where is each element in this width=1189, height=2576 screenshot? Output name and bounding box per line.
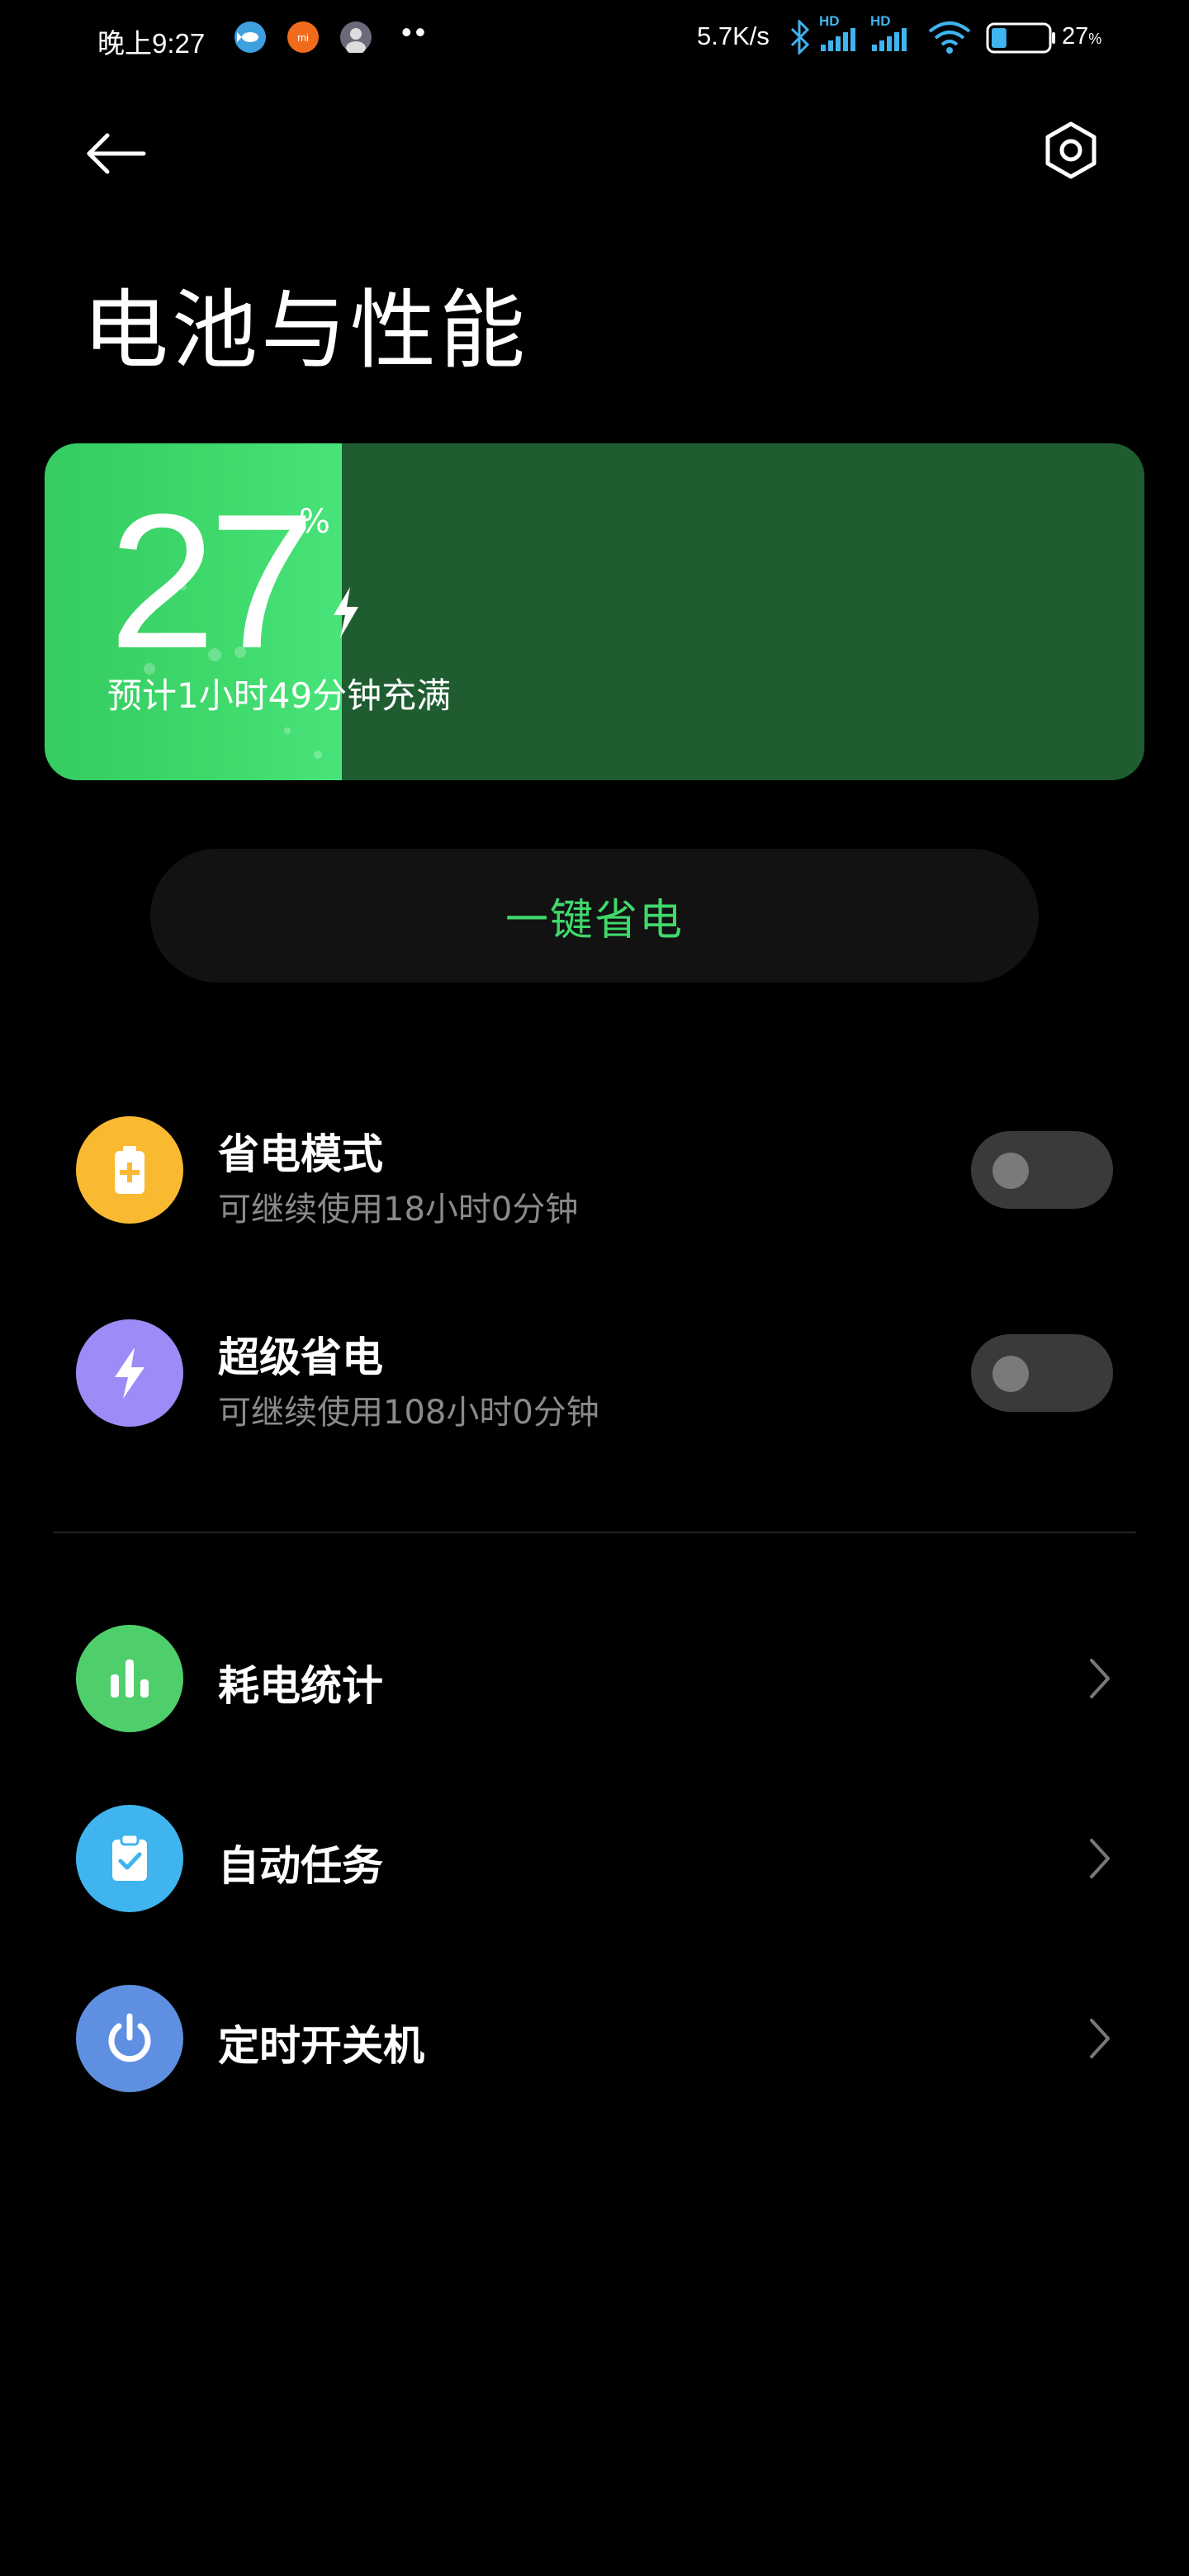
bubble [314,751,322,759]
signal-icon-1 [821,28,855,51]
arrow-left-icon [87,133,146,174]
charging-bolt-icon [334,587,358,638]
bluetooth-icon [790,20,810,54]
battery-percent-text: 27% [1062,23,1101,50]
battery-status-icon [986,22,1055,54]
avatar-app-icon [340,21,372,54]
charge-estimate: 预计1小时49分钟充满 [107,675,452,716]
settings-button[interactable] [1042,119,1100,185]
scheduled-power-title: 定时开关机 [218,2022,424,2070]
power-usage-stats-title: 耗电统计 [218,1662,383,1710]
gear-hex-icon [1045,121,1097,179]
super-power-saving-row[interactable]: 超级省电 可继续使用108小时0分钟 [0,1309,1189,1442]
one-key-save-button[interactable]: 一键省电 [150,849,1039,983]
battery-level: 27 [109,475,315,689]
toggle-knob [992,1153,1029,1189]
auto-tasks-title: 自动任务 [218,1842,383,1890]
page-title: 电池与性能 [83,280,529,381]
battery-card: 27 % 预计1小时49分钟充满 [45,443,1144,780]
wifi-icon [928,21,971,54]
lightning-icon [76,1319,183,1427]
fish-app-icon [234,21,266,53]
power-icon [76,1985,183,2092]
status-time: 晚上9:27 [97,28,206,59]
power-saving-toggle[interactable] [971,1131,1113,1209]
power-saving-title: 省电模式 [218,1130,383,1178]
mi-app-icon: mi [287,21,319,53]
hd-label-2: HD [870,13,891,29]
bar-chart-icon [76,1625,183,1732]
super-saving-toggle[interactable] [971,1334,1113,1412]
super-saving-title: 超级省电 [218,1333,383,1381]
signal-icon-2 [872,28,907,51]
bubble [284,727,291,734]
net-speed: 5.7K/s [697,21,770,50]
more-notifications: •• [401,15,429,49]
toggle-knob [992,1356,1029,1392]
status-bar: 晚上9:27 mi •• 5.7K/s HD HD 27% [0,0,1189,76]
hd-label-1: HD [819,13,840,29]
chevron-right-icon [1090,1659,1110,1698]
scheduled-power-row[interactable]: 定时开关机 [0,1985,1189,2092]
power-usage-stats-row[interactable]: 耗电统计 [0,1625,1189,1732]
battery-unit: % [299,503,331,541]
power-saving-subtitle: 可继续使用18小时0分钟 [218,1191,579,1229]
back-button[interactable] [83,124,149,190]
chevron-right-icon [1090,2019,1110,2058]
mi-badge-text: mi [297,31,309,44]
power-saving-mode-row[interactable]: 省电模式 可继续使用18小时0分钟 [0,1106,1189,1238]
divider [53,1532,1136,1533]
battery-plus-icon [76,1116,183,1224]
battery-percent-suffix: % [1088,31,1102,47]
super-saving-subtitle: 可继续使用108小时0分钟 [218,1394,599,1432]
clipboard-check-icon [76,1805,183,1912]
battery-percent-value: 27 [1062,23,1089,50]
auto-tasks-row[interactable]: 自动任务 [0,1805,1189,1912]
chevron-right-icon [1090,1839,1110,1878]
